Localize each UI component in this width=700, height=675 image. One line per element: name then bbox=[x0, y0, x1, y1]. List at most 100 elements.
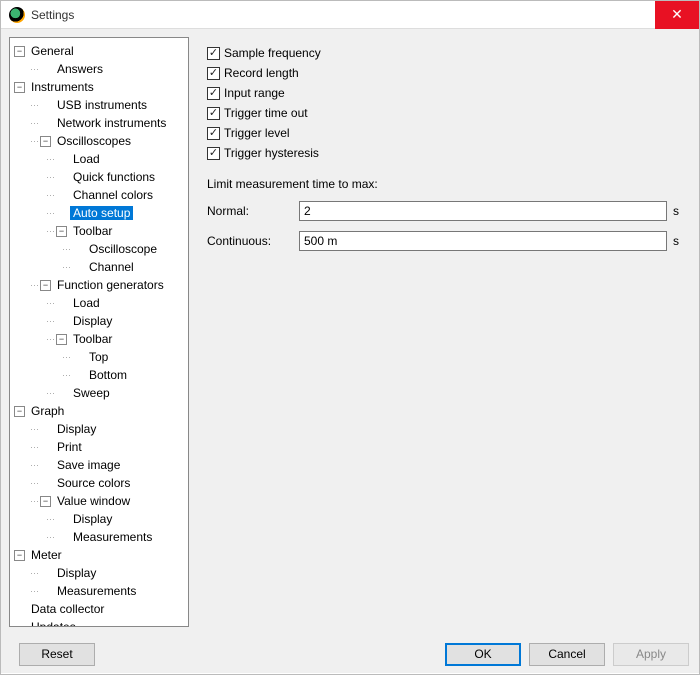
tree-item-load[interactable]: ⋯Load bbox=[12, 150, 186, 168]
tree-item-label: Auto setup bbox=[70, 206, 133, 220]
tree-item-display[interactable]: ⋯Display bbox=[12, 564, 186, 582]
checkbox[interactable] bbox=[207, 107, 220, 120]
tree-item-label: Function generators bbox=[54, 278, 167, 292]
tree-item-display[interactable]: ⋯ Display bbox=[12, 420, 186, 438]
tree-item-meter[interactable]: −Meter bbox=[12, 546, 186, 564]
tree-item-updates[interactable]: Updates bbox=[12, 618, 186, 627]
tree-item-measurements[interactable]: ⋯Measurements bbox=[12, 582, 186, 600]
tree-spacer bbox=[56, 298, 67, 309]
tree-item-label: Network instruments bbox=[54, 116, 169, 130]
tree-item-sweep[interactable]: ⋯Sweep bbox=[12, 384, 186, 402]
tree-item-label: USB instruments bbox=[54, 98, 150, 112]
tree-item-source-colors[interactable]: ⋯Source colors bbox=[12, 474, 186, 492]
collapse-icon[interactable]: − bbox=[14, 550, 25, 561]
close-button[interactable]: ✕ bbox=[655, 1, 699, 29]
tree-item-label: Display bbox=[54, 422, 99, 436]
tree-item-oscilloscope[interactable]: ⋯Oscilloscope bbox=[12, 240, 186, 258]
tree-item-label: Updates bbox=[28, 620, 79, 627]
tree-item-label: Value window bbox=[54, 494, 133, 508]
tree-item-label: Display bbox=[70, 512, 115, 526]
tree-item-auto-setup[interactable]: ⋯ Auto setup bbox=[12, 204, 186, 222]
tree-spacer bbox=[40, 442, 51, 453]
tree-item-oscilloscopes[interactable]: ⋯−Oscilloscopes bbox=[12, 132, 186, 150]
tree-item-load[interactable]: ⋯Load bbox=[12, 294, 186, 312]
tree-item-label: Print bbox=[54, 440, 85, 454]
tree-item-network-instruments[interactable]: ⋯Network instruments bbox=[12, 114, 186, 132]
tree-connector: ⋯ bbox=[62, 244, 70, 255]
tree-item-save-image[interactable]: ⋯Save image bbox=[12, 456, 186, 474]
tree-connector: ⋯ bbox=[62, 370, 70, 381]
tree-connector: ⋯ bbox=[30, 280, 38, 291]
tree-panel[interactable]: −General⋯Answers−Instruments⋯USB instrum… bbox=[9, 37, 189, 627]
checkbox[interactable] bbox=[207, 67, 220, 80]
tree-item-label: Toolbar bbox=[70, 332, 115, 346]
collapse-icon[interactable]: − bbox=[14, 46, 25, 57]
tree-item-label: Load bbox=[70, 152, 103, 166]
tree-item-toolbar[interactable]: ⋯−Toolbar bbox=[12, 330, 186, 348]
tree-item-display[interactable]: ⋯Display bbox=[12, 312, 186, 330]
checkbox-row-trigger-hysteresis: Trigger hysteresis bbox=[207, 143, 681, 163]
tree-item-label: Instruments bbox=[28, 80, 97, 94]
checkbox[interactable] bbox=[207, 147, 220, 160]
tree-item-label: Data collector bbox=[28, 602, 107, 616]
tree-connector: ⋯ bbox=[30, 496, 38, 507]
tree-item-print[interactable]: ⋯Print bbox=[12, 438, 186, 456]
checkbox-row-trigger-time-out: Trigger time out bbox=[207, 103, 681, 123]
tree-item-function-generators[interactable]: ⋯−Function generators bbox=[12, 276, 186, 294]
collapse-icon[interactable]: − bbox=[56, 226, 67, 237]
collapse-icon[interactable]: − bbox=[40, 496, 51, 507]
content-panel: Sample frequencyRecord lengthInput range… bbox=[197, 37, 691, 627]
tree-item-data-collector[interactable]: Data collector bbox=[12, 600, 186, 618]
normal-label: Normal: bbox=[207, 204, 299, 218]
continuous-input[interactable] bbox=[299, 231, 667, 251]
tree-item-answers[interactable]: ⋯Answers bbox=[12, 60, 186, 78]
ok-button[interactable]: OK bbox=[445, 643, 521, 666]
tree-item-measurements[interactable]: ⋯Measurements bbox=[12, 528, 186, 546]
tree-connector: ⋯ bbox=[46, 208, 54, 219]
tree-item-bottom[interactable]: ⋯Bottom bbox=[12, 366, 186, 384]
tree-item-usb-instruments[interactable]: ⋯ USB instruments bbox=[12, 96, 186, 114]
tree-item-channel[interactable]: ⋯Channel bbox=[12, 258, 186, 276]
tree-item-channel-colors[interactable]: ⋯Channel colors bbox=[12, 186, 186, 204]
collapse-icon[interactable]: − bbox=[40, 136, 51, 147]
tree-connector: ⋯ bbox=[46, 388, 54, 399]
checkbox-label: Trigger hysteresis bbox=[224, 146, 319, 160]
normal-row: Normal: s bbox=[207, 199, 681, 223]
tree-item-label: Graph bbox=[28, 404, 67, 418]
collapse-icon[interactable]: − bbox=[56, 334, 67, 345]
continuous-label: Continuous: bbox=[207, 234, 299, 248]
tree-item-label: Toolbar bbox=[70, 224, 115, 238]
collapse-icon[interactable]: − bbox=[40, 280, 51, 291]
tree-item-general[interactable]: −General bbox=[12, 42, 186, 60]
tree-item-instruments[interactable]: −Instruments bbox=[12, 78, 186, 96]
tree-item-value-window[interactable]: ⋯−Value window bbox=[12, 492, 186, 510]
tree-spacer bbox=[40, 64, 51, 75]
collapse-icon[interactable]: − bbox=[14, 82, 25, 93]
tree-spacer bbox=[40, 568, 51, 579]
checkbox[interactable] bbox=[207, 47, 220, 60]
tree-spacer bbox=[40, 118, 51, 129]
app-icon bbox=[9, 7, 25, 23]
tree-connector: ⋯ bbox=[46, 316, 54, 327]
tree-connector: ⋯ bbox=[30, 424, 38, 435]
tree-item-label: Oscilloscopes bbox=[54, 134, 134, 148]
normal-input[interactable] bbox=[299, 201, 667, 221]
reset-button[interactable]: Reset bbox=[19, 643, 95, 666]
checkbox[interactable] bbox=[207, 127, 220, 140]
tree-item-top[interactable]: ⋯Top bbox=[12, 348, 186, 366]
tree-item-quick-functions[interactable]: ⋯Quick functions bbox=[12, 168, 186, 186]
tree-item-label: Display bbox=[54, 566, 99, 580]
tree-item-display[interactable]: ⋯Display bbox=[12, 510, 186, 528]
tree-connector: ⋯ bbox=[30, 100, 38, 111]
tree-item-graph[interactable]: −Graph bbox=[12, 402, 186, 420]
tree-connector: ⋯ bbox=[30, 64, 38, 75]
tree-spacer bbox=[40, 424, 51, 435]
checkbox[interactable] bbox=[207, 87, 220, 100]
cancel-button[interactable]: Cancel bbox=[529, 643, 605, 666]
tree-connector: ⋯ bbox=[30, 136, 38, 147]
tree-item-toolbar[interactable]: ⋯−Toolbar bbox=[12, 222, 186, 240]
tree-connector: ⋯ bbox=[46, 532, 54, 543]
tree-connector: ⋯ bbox=[30, 478, 38, 489]
collapse-icon[interactable]: − bbox=[14, 406, 25, 417]
tree-spacer bbox=[56, 208, 67, 219]
